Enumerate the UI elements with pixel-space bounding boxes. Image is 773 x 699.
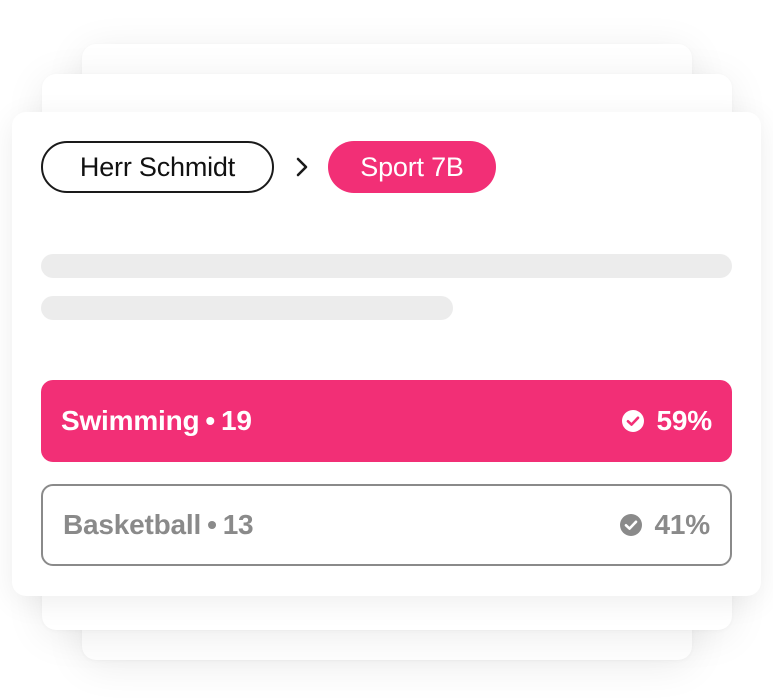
- breadcrumb-class-label: Sport 7B: [360, 151, 464, 182]
- chevron-right-icon: [292, 155, 312, 179]
- poll-option-label: Swimming: [61, 405, 200, 436]
- breadcrumb-teacher[interactable]: Herr Schmidt: [41, 141, 274, 193]
- check-circle-icon: [619, 513, 643, 537]
- poll-option-separator: •: [207, 509, 217, 540]
- poll-option-count: 19: [221, 405, 252, 436]
- poll-option-result: 59%: [621, 405, 712, 437]
- poll-card-stack: Herr Schmidt Sport 7B Swimming • 19 59%: [0, 0, 773, 699]
- poll-option-label: Basketball: [63, 509, 202, 540]
- poll-option-text: Basketball • 13: [63, 509, 254, 541]
- poll-option-percent: 59%: [656, 405, 713, 436]
- breadcrumb-teacher-label: Herr Schmidt: [79, 151, 236, 182]
- poll-option-text: Swimming • 19: [61, 405, 252, 437]
- breadcrumb-class[interactable]: Sport 7B: [328, 141, 496, 193]
- poll-option-separator: •: [205, 405, 216, 436]
- poll-option-percent: 41%: [654, 509, 711, 540]
- skeleton-line: [41, 254, 732, 278]
- check-circle-icon: [621, 409, 645, 433]
- poll-option-basketball[interactable]: Basketball • 13 41%: [41, 484, 732, 566]
- poll-option-count: 13: [222, 509, 254, 540]
- breadcrumb: Herr Schmidt Sport 7B: [41, 141, 496, 193]
- poll-option-result: 41%: [619, 509, 710, 541]
- poll-option-swimming[interactable]: Swimming • 19 59%: [41, 380, 732, 462]
- skeleton-line-short: [41, 296, 453, 320]
